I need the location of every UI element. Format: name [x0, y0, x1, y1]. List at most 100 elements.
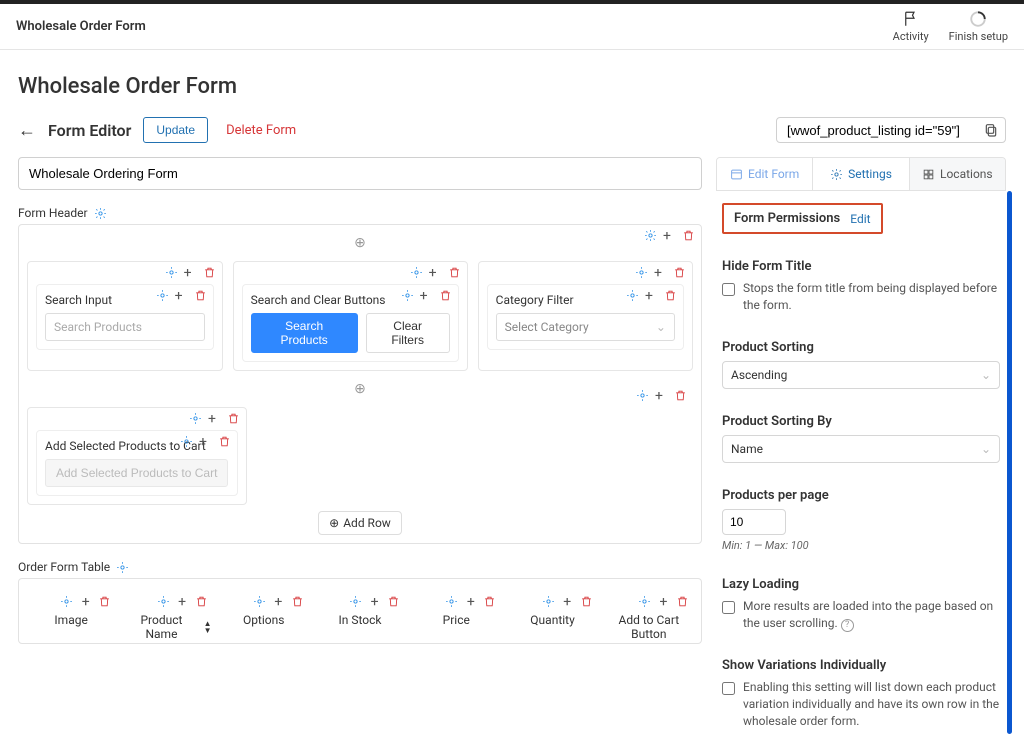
- gear-icon[interactable]: [253, 595, 266, 608]
- show-variations-desc: Enabling this setting will list down eac…: [743, 679, 1000, 731]
- trash-icon[interactable]: [98, 595, 111, 608]
- add-zone-icon[interactable]: ⊕: [354, 233, 366, 253]
- scrollbar[interactable]: [1007, 191, 1012, 734]
- search-products-input[interactable]: Search Products: [45, 313, 205, 341]
- product-sorting-by-select[interactable]: Name ⌄: [722, 435, 1000, 463]
- plus-icon[interactable]: +: [654, 266, 667, 279]
- tab-label: Locations: [940, 167, 993, 181]
- trash-icon[interactable]: [203, 266, 216, 279]
- plus-icon[interactable]: +: [645, 289, 658, 302]
- add-row-button[interactable]: ⊕ Add Row: [318, 511, 402, 535]
- trash-icon[interactable]: [387, 595, 400, 608]
- gear-icon[interactable]: [638, 595, 651, 608]
- trash-icon[interactable]: [448, 266, 461, 279]
- gear-icon[interactable]: [635, 266, 648, 279]
- finish-setup-button[interactable]: Finish setup: [949, 10, 1008, 43]
- trash-icon[interactable]: [682, 229, 695, 242]
- plus-icon[interactable]: +: [420, 289, 433, 302]
- form-permissions-edit-link[interactable]: Edit: [850, 212, 870, 226]
- plus-icon[interactable]: +: [657, 595, 670, 608]
- trash-icon[interactable]: [194, 289, 207, 302]
- plus-icon[interactable]: +: [79, 595, 92, 608]
- lazy-loading-checkbox[interactable]: More results are loaded into the page ba…: [722, 598, 1000, 633]
- form-header-label: Form Header: [18, 206, 88, 220]
- trash-icon[interactable]: [483, 595, 496, 608]
- add-row-label: Add Row: [343, 516, 391, 530]
- gear-icon[interactable]: [542, 595, 555, 608]
- tab-locations[interactable]: Locations: [910, 158, 1005, 190]
- gear-icon[interactable]: [180, 435, 193, 448]
- layout-icon: [730, 168, 743, 181]
- info-icon[interactable]: ?: [841, 619, 854, 632]
- product-sorting-select[interactable]: Ascending ⌄: [722, 361, 1000, 389]
- gear-icon[interactable]: [636, 389, 649, 402]
- gear-icon[interactable]: [165, 266, 178, 279]
- add-zone-icon[interactable]: ⊕: [354, 379, 366, 399]
- trash-icon[interactable]: [664, 289, 677, 302]
- products-per-page-input[interactable]: [722, 509, 786, 535]
- search-products-button[interactable]: Search Products: [251, 313, 358, 353]
- form-permissions-heading: Form Permissions: [734, 211, 840, 226]
- plus-icon[interactable]: +: [199, 435, 212, 448]
- trash-icon[interactable]: [673, 266, 686, 279]
- widget-category-filter: + + Category Filter Select Categor: [478, 261, 693, 371]
- copy-icon[interactable]: [983, 122, 999, 138]
- plus-icon[interactable]: +: [175, 289, 188, 302]
- order-form-table-panel: +Image+Product Name▲▼+Options+In Stock+P…: [18, 578, 702, 644]
- gear-icon[interactable]: [116, 561, 129, 574]
- progress-circle-icon: [969, 10, 987, 28]
- add-selected-button[interactable]: Add Selected Products to Cart: [45, 459, 228, 487]
- show-variations-checkbox[interactable]: Enabling this setting will list down eac…: [722, 679, 1000, 731]
- trash-icon[interactable]: [218, 435, 231, 448]
- plus-icon[interactable]: +: [176, 595, 189, 608]
- plus-icon[interactable]: +: [464, 595, 477, 608]
- trash-icon[interactable]: [674, 389, 687, 402]
- trash-icon[interactable]: [439, 289, 452, 302]
- order-form-table-label: Order Form Table: [18, 560, 110, 574]
- column-label: Price: [443, 613, 470, 627]
- trash-icon[interactable]: [580, 595, 593, 608]
- gear-icon[interactable]: [349, 595, 362, 608]
- gear-icon[interactable]: [644, 229, 657, 242]
- gear-icon[interactable]: [401, 289, 414, 302]
- plus-icon[interactable]: +: [272, 595, 285, 608]
- plus-icon[interactable]: +: [184, 266, 197, 279]
- gear-icon[interactable]: [60, 595, 73, 608]
- plus-icon[interactable]: +: [368, 595, 381, 608]
- checkbox-input[interactable]: [722, 283, 735, 296]
- clear-filters-button[interactable]: Clear Filters: [366, 313, 450, 353]
- category-select-value: Select Category: [505, 320, 589, 334]
- category-select[interactable]: Select Category ⌄: [496, 313, 675, 341]
- tab-edit-form[interactable]: Edit Form: [717, 158, 812, 190]
- delete-form-link[interactable]: Delete Form: [226, 123, 296, 138]
- gear-icon[interactable]: [410, 266, 423, 279]
- finish-setup-label: Finish setup: [949, 30, 1008, 43]
- checkbox-input[interactable]: [722, 601, 735, 614]
- plus-icon[interactable]: +: [208, 412, 221, 425]
- sort-icon[interactable]: ▲▼: [204, 620, 212, 634]
- trash-icon[interactable]: [291, 595, 304, 608]
- trash-icon[interactable]: [227, 412, 240, 425]
- activity-button[interactable]: Activity: [893, 10, 929, 43]
- gear-icon[interactable]: [157, 595, 170, 608]
- trash-icon[interactable]: [195, 595, 208, 608]
- checkbox-input[interactable]: [722, 682, 735, 695]
- hide-form-title-checkbox[interactable]: Stops the form title from being displaye…: [722, 280, 1000, 315]
- tab-label: Settings: [848, 167, 892, 181]
- gear-icon[interactable]: [94, 207, 107, 220]
- plus-icon[interactable]: +: [429, 266, 442, 279]
- shortcode-input[interactable]: [787, 123, 983, 138]
- gear-icon[interactable]: [445, 595, 458, 608]
- plus-icon[interactable]: +: [655, 389, 668, 402]
- back-arrow-icon[interactable]: ←: [18, 120, 36, 141]
- tab-settings[interactable]: Settings: [812, 158, 909, 190]
- plus-icon[interactable]: +: [663, 229, 676, 242]
- gear-icon[interactable]: [189, 412, 202, 425]
- plus-icon[interactable]: +: [561, 595, 574, 608]
- trash-icon[interactable]: [676, 595, 689, 608]
- gear-icon[interactable]: [626, 289, 639, 302]
- shortcode-field[interactable]: [776, 117, 1006, 143]
- update-button[interactable]: Update: [143, 117, 208, 143]
- form-name-input[interactable]: [18, 157, 702, 190]
- gear-icon[interactable]: [156, 289, 169, 302]
